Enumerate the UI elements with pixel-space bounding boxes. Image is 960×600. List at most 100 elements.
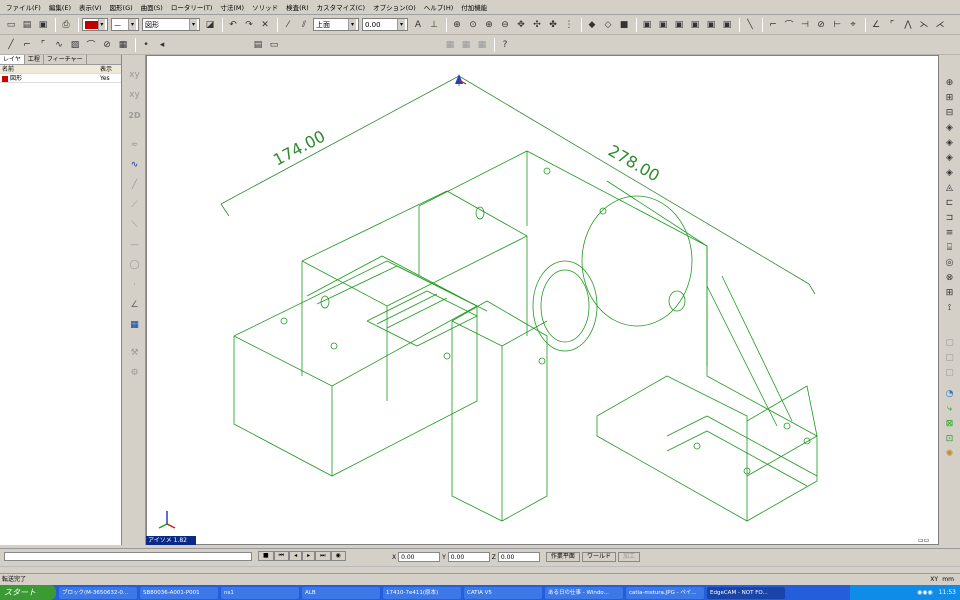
cone-icon[interactable]: ◬ xyxy=(943,181,956,194)
zoom-fit-icon[interactable]: ⊙ xyxy=(466,18,480,32)
grid-icon[interactable]: ⋮ xyxy=(562,18,576,32)
zoom-in-icon[interactable]: ⊕ xyxy=(482,18,496,32)
view-window-icon[interactable]: ▤ xyxy=(251,38,265,52)
code-icon[interactable]: ⊡ xyxy=(943,432,956,445)
extend-icon[interactable]: ⊣ xyxy=(798,18,812,32)
task-item[interactable]: catia-mstura.JPG - ペイ... xyxy=(626,586,704,599)
menu-item[interactable]: オプション(O) xyxy=(369,2,420,12)
task-item[interactable]: ある日の仕事 - Windo... xyxy=(545,586,623,599)
cube-icon[interactable]: ⊞ xyxy=(943,91,956,104)
gear-icon[interactable]: ⚙ xyxy=(128,366,142,380)
work-plane-button[interactable]: 作業平面 xyxy=(545,552,580,562)
record-button[interactable]: ◉ xyxy=(330,551,346,561)
tool-icon[interactable]: ⚒ xyxy=(128,346,142,360)
slash-icon[interactable]: ╱ xyxy=(128,178,142,192)
block3-icon[interactable]: ◈ xyxy=(943,151,956,164)
point-tool-icon[interactable]: • xyxy=(139,38,153,52)
stop-button[interactable]: ■ xyxy=(258,551,274,561)
print-icon[interactable]: ⎙ xyxy=(59,18,73,32)
arrow-tool-icon[interactable]: ◂ xyxy=(155,38,169,52)
menu-item[interactable]: ヘルプ(H) xyxy=(420,2,457,12)
menu-item[interactable]: 図形(G) xyxy=(106,2,137,12)
block4-icon[interactable]: ◈ xyxy=(943,166,956,179)
task-item[interactable]: CATIA V5 xyxy=(464,586,542,599)
rotate-icon[interactable]: ✣ xyxy=(530,18,544,32)
task-item[interactable]: SB80036-A001-P001 xyxy=(140,586,218,599)
spline-icon[interactable]: ⋌ xyxy=(933,18,947,32)
new-file-icon[interactable]: ▭ xyxy=(4,18,18,32)
offset-icon[interactable]: ⊘ xyxy=(814,18,828,32)
dynamic-rotate-icon[interactable]: ✤ xyxy=(546,18,560,32)
view-back-icon[interactable]: ▣ xyxy=(720,18,734,32)
angle-line-tool-icon[interactable]: ∿ xyxy=(52,38,66,52)
solid-icon[interactable]: ■ xyxy=(617,18,631,32)
graphics-viewport[interactable]: 174.00 278.00 xyxy=(146,55,939,545)
snap-icon[interactable]: ⁄ xyxy=(281,18,295,32)
line-style-combo[interactable]: — ▾ xyxy=(111,18,139,31)
task-item[interactable]: ブロック(M-3650632-0... xyxy=(59,586,137,599)
text-icon[interactable]: A xyxy=(411,18,425,32)
menu-item[interactable]: 寸法(M) xyxy=(216,2,248,12)
circle-icon[interactable]: ◯ xyxy=(128,258,142,272)
line-tool-icon[interactable]: ╱ xyxy=(4,38,18,52)
layer-combo[interactable]: 図形 ▾ xyxy=(142,18,200,31)
view-iso-icon[interactable]: ▣ xyxy=(688,18,702,32)
knife-icon[interactable]: ⟋ xyxy=(128,198,142,212)
grid-select-icon[interactable]: ▦ xyxy=(128,318,142,332)
arc-icon[interactable]: ⋋ xyxy=(917,18,931,32)
wave-icon[interactable]: ∿ xyxy=(128,158,142,172)
menu-item[interactable]: ソリッド xyxy=(248,2,282,12)
zoom-out-icon[interactable]: ⊖ xyxy=(498,18,512,32)
extrude-icon[interactable]: ⊏ xyxy=(943,196,956,209)
view-front-icon[interactable]: ▣ xyxy=(640,18,654,32)
dot-icon[interactable]: · xyxy=(128,278,142,292)
feature-icon[interactable]: ⊕ xyxy=(943,76,956,89)
view-side-icon[interactable]: ▣ xyxy=(656,18,670,32)
sphere-icon[interactable]: ◎ xyxy=(943,256,956,269)
arc-tool-icon[interactable]: ⌒ xyxy=(84,38,98,52)
curve-tool-icon[interactable]: ≈ xyxy=(128,138,142,152)
task-item[interactable]: ALB xyxy=(302,586,380,599)
polyline-tool-icon[interactable]: ⌐ xyxy=(20,38,34,52)
undo-icon[interactable]: ↶ xyxy=(226,18,240,32)
menu-item[interactable]: ファイル(F) xyxy=(2,2,45,12)
panel3-icon[interactable]: ▢ xyxy=(943,366,956,379)
task-item-active[interactable]: EdgeCAM - NOT FO... xyxy=(707,586,785,599)
fillet-icon[interactable]: ⌒ xyxy=(782,18,796,32)
play-button[interactable]: ▸ xyxy=(302,551,316,561)
tray-icons[interactable]: ◉◉◉ xyxy=(917,589,933,596)
tool-holder-icon[interactable]: ⟟ xyxy=(943,301,956,314)
value-combo[interactable]: 0.00 ▾ xyxy=(362,18,408,31)
machine-icon[interactable]: ⊠ xyxy=(943,417,956,430)
view-bottom-icon[interactable]: ▣ xyxy=(704,18,718,32)
line-icon[interactable]: — xyxy=(128,238,142,252)
menu-item[interactable]: 編集(E) xyxy=(45,2,75,12)
layer-row[interactable]: 図形 Yes xyxy=(0,74,121,83)
pattern-icon[interactable]: ⊞ xyxy=(943,286,956,299)
mirror-icon[interactable]: ⊢ xyxy=(830,18,844,32)
cylinder-icon[interactable]: ⊟ xyxy=(943,106,956,119)
save-icon[interactable]: ▣ xyxy=(36,18,50,32)
block-icon[interactable]: ◈ xyxy=(943,121,956,134)
settings-icon[interactable]: ✺ xyxy=(943,447,956,460)
dimension-icon[interactable]: ⊥ xyxy=(427,18,441,32)
eraser-icon[interactable]: ◪ xyxy=(203,18,217,32)
boolean-icon[interactable]: ⊗ xyxy=(943,271,956,284)
simulate-icon[interactable]: ◔ xyxy=(943,387,956,400)
first-button[interactable]: ⏮ xyxy=(273,551,290,561)
tab-feature[interactable]: フィーチャー xyxy=(44,55,87,64)
task-item[interactable]: ns1 xyxy=(221,586,299,599)
menu-item[interactable]: カスタマイズ(C) xyxy=(313,2,369,12)
panel-icon[interactable]: ▢ xyxy=(943,336,956,349)
coord-icon[interactable]: xy xyxy=(128,68,142,82)
y-field[interactable]: 0.00 xyxy=(447,552,490,562)
rect-tool-icon[interactable]: ⌜ xyxy=(36,38,50,52)
zoom-window-icon[interactable]: ⊕ xyxy=(450,18,464,32)
view-screen-icon[interactable]: ▭ xyxy=(267,38,281,52)
start-button[interactable]: スタート xyxy=(0,585,56,600)
redo-icon[interactable]: ↷ xyxy=(242,18,256,32)
prev-button[interactable]: ◂ xyxy=(289,551,303,561)
tab-layer[interactable]: レイヤ xyxy=(0,55,25,64)
last-button[interactable]: ⏭ xyxy=(315,551,331,561)
task-item[interactable]: 17410-7e411(原本) xyxy=(383,586,461,599)
